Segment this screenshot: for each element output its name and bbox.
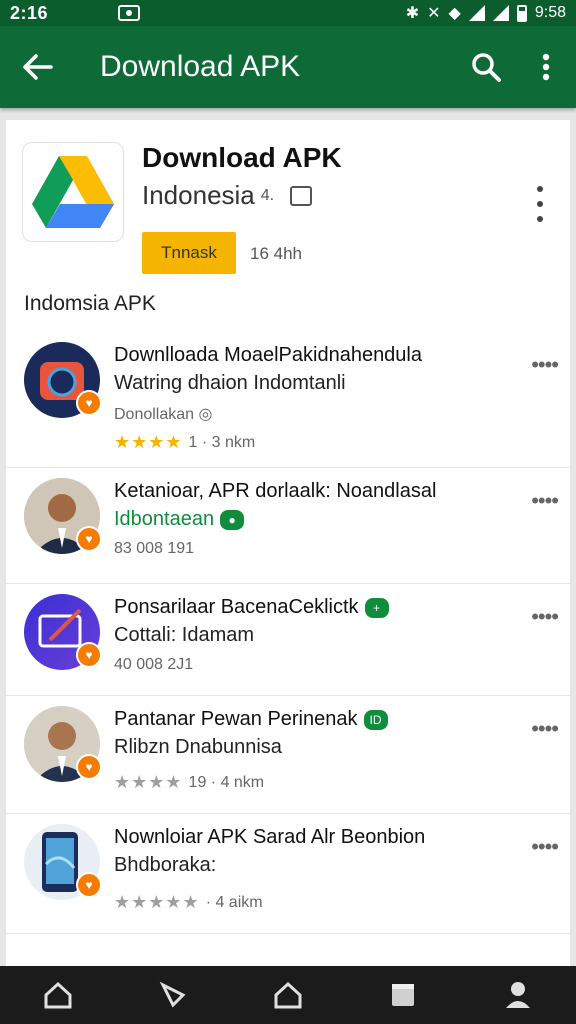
list-item-title: Ketanioar, APR dorlaalk: Noandlasal	[114, 480, 437, 502]
item-more-button[interactable]: ••••	[531, 352, 559, 378]
search-icon	[472, 53, 501, 82]
list-item-subtitle: Bhdboraka:	[114, 854, 217, 876]
home-icon	[44, 981, 72, 1009]
assistant-button[interactable]	[488, 966, 548, 1024]
signal-icon	[468, 5, 485, 21]
list-item-rating: ★★★★ 19 · 4 nkm	[114, 772, 264, 793]
editor-choice-icon	[290, 185, 313, 206]
app-icon[interactable]	[22, 142, 124, 242]
list-item-title: Downlloada MoaelPakidnahendula	[114, 344, 422, 366]
app-subtitle: Indonesia 4.	[142, 180, 313, 211]
info-icon: ◎	[198, 406, 213, 423]
star-rating: ★★★★	[114, 432, 183, 452]
list-item-rating: ★★★★★ · 4 aikm	[114, 892, 263, 913]
back-triangle-icon	[159, 981, 186, 1008]
badge-icon: ♥	[76, 642, 102, 668]
verified-icon: ●	[220, 509, 245, 530]
list-item-rating: ★★★★ 1 · 3 nkm	[114, 432, 255, 453]
star-rating: ★★★★	[114, 772, 183, 792]
home-nav-button[interactable]	[258, 966, 318, 1024]
search-button[interactable]	[456, 26, 516, 108]
list-item-meta: 83 008 191	[114, 540, 195, 557]
status-time-right: 9:58	[534, 4, 566, 21]
app-header: Download APK Indonesia 4. Tnnask 16 4hh	[22, 142, 554, 274]
app-developer: Indonesia	[142, 180, 255, 210]
list-item[interactable]: ♥ Pantanar Pewan Perinenak ID Rlibzn Dnab…	[6, 696, 570, 814]
list-item-subtitle: Cottali: Idamam	[114, 624, 255, 646]
overflow-menu-button[interactable]	[516, 26, 576, 108]
back-button[interactable]	[0, 26, 76, 108]
star-rating: ★★★★★	[114, 892, 200, 912]
signal-icon-2	[492, 5, 509, 21]
rating-text: 19 · 4 nkm	[188, 773, 265, 791]
app-list: ♥ Downlloada MoaelPakidnahendula Watring…	[6, 332, 570, 934]
list-item-subtitle: Idbontaean ●	[114, 508, 245, 531]
app-menu-button[interactable]	[530, 186, 550, 222]
rating-text: 1 · 3 nkm	[188, 433, 256, 451]
list-item-title: Pantanar Pewan Perinenak ID	[114, 708, 388, 731]
home-button[interactable]	[28, 966, 88, 1024]
bluetooth-icon: ✱	[405, 5, 420, 22]
item-more-button[interactable]: ••••	[531, 834, 559, 860]
section-title: Indomsia APK	[24, 292, 156, 315]
item-more-button[interactable]: ••••	[531, 488, 559, 514]
battery-icon	[516, 4, 527, 22]
verified-icon: ID	[363, 709, 388, 730]
rating-text: · 4 aikm	[205, 893, 263, 911]
list-item-subtitle: Watring dhaion Indomtanli	[114, 372, 346, 394]
photo-notification-icon	[118, 5, 141, 21]
app-bar-title: Download APK	[100, 50, 301, 83]
item-more-button[interactable]: ••••	[531, 604, 559, 630]
list-item-meta: 40 008 2J1	[114, 656, 194, 673]
drive-logo-icon	[32, 156, 114, 228]
badge-icon: ♥	[76, 754, 102, 780]
recents-button[interactable]	[373, 966, 433, 1024]
back-arrow-icon	[23, 54, 53, 80]
wifi-icon: ◆	[448, 5, 461, 22]
verified-icon: +	[364, 597, 389, 618]
install-button[interactable]: Tnnask	[142, 232, 236, 274]
back-nav-button[interactable]	[143, 966, 203, 1024]
mute-icon: ✕	[427, 5, 441, 22]
app-bar: Download APK	[0, 26, 576, 108]
status-bar: 2:16 ✱ ✕ ◆ 9:58	[0, 0, 576, 26]
recents-icon	[392, 984, 415, 1006]
badge-icon: ♥	[76, 526, 102, 552]
more-vert-icon	[542, 53, 550, 81]
status-time: 2:16	[10, 2, 49, 23]
list-item[interactable]: ♥ Ponsarilaar BacenaCeklictk + Cottali: I…	[6, 584, 570, 696]
app-subtitle-glyph: 4.	[260, 186, 275, 204]
badge-icon: ♥	[76, 872, 102, 898]
badge-icon: ♥	[76, 390, 102, 416]
navigation-bar	[0, 966, 576, 1024]
status-indicators: ✱ ✕ ◆ 9:58	[406, 3, 566, 23]
list-item[interactable]: ♥ Ketanioar, APR dorlaalk: Noandlasal Id…	[6, 468, 570, 584]
app-title: Download APK	[142, 142, 342, 173]
list-item[interactable]: ♥ Downlloada MoaelPakidnahendula Watring…	[6, 332, 570, 468]
list-item-subtitle: Rlibzn Dnabunnisa	[114, 736, 282, 758]
item-more-button[interactable]: ••••	[531, 716, 559, 742]
list-item-meta: Donollakan ◎	[114, 406, 213, 423]
content-card: Download APK Indonesia 4. Tnnask 16 4hh …	[6, 120, 570, 966]
list-item[interactable]: ♥ Nownloiar APK Sarad Alr Beonbion Bhdbo…	[6, 814, 570, 934]
house-icon	[274, 981, 302, 1009]
user-icon	[506, 982, 531, 1008]
app-size: 16 4hh	[250, 244, 302, 263]
list-item-title: Nownloiar APK Sarad Alr Beonbion	[114, 826, 426, 848]
list-item-title: Ponsarilaar BacenaCeklictk +	[114, 596, 389, 619]
